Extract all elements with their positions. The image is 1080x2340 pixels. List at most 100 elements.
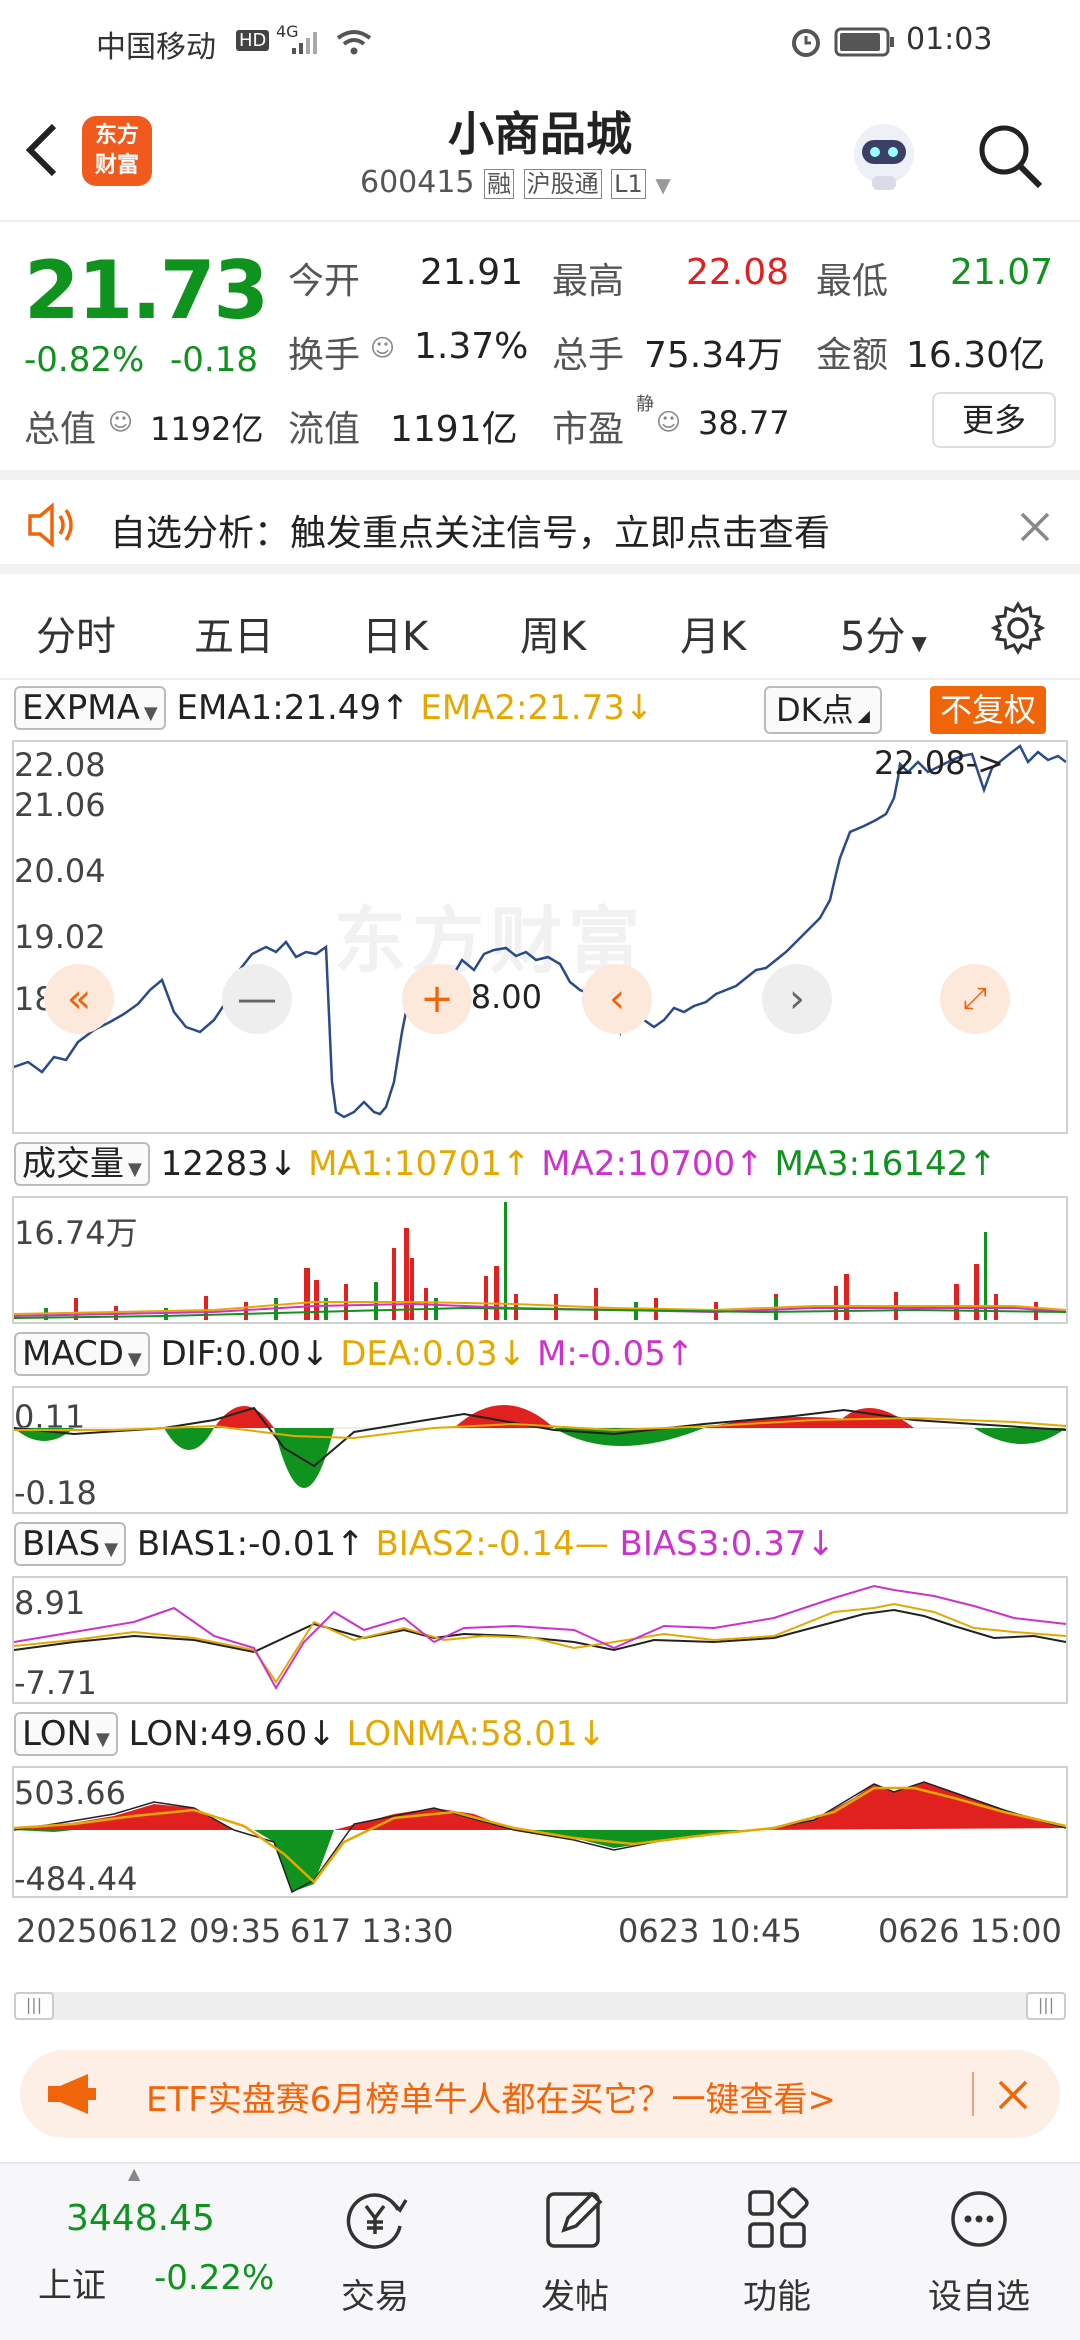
turnover-info-icon[interactable]: ☺ xyxy=(370,334,395,362)
no-adjust-button[interactable]: 不复权 xyxy=(930,686,1047,734)
low-label: 最低 xyxy=(816,261,889,302)
tab-timeshare[interactable]: 分时 xyxy=(36,604,116,662)
nav-function[interactable]: 功能 xyxy=(712,2184,842,2318)
bias3-value: BIAS3:0.37↓ xyxy=(620,1524,835,1564)
grid-apps-icon xyxy=(748,2187,809,2248)
vol-ma2-text: MA2:10700 xyxy=(541,1144,736,1184)
bias1-value: BIAS1:-0.01↑ xyxy=(137,1524,365,1564)
hd-badge: HD xyxy=(236,30,270,51)
volume-dropdown-icon: ▼ xyxy=(128,1159,142,1180)
more-button[interactable]: 更多 xyxy=(932,392,1056,448)
promo-divider xyxy=(972,2072,974,2116)
lonma-arrow: ↓ xyxy=(577,1714,606,1754)
edit-icon xyxy=(546,2191,603,2248)
tab-five-day[interactable]: 五日 xyxy=(194,604,274,662)
vol-ma2: MA2:10700↑ xyxy=(541,1144,763,1184)
nav-trade[interactable]: 交易 xyxy=(310,2184,440,2318)
stock-header: 东方 财富 小商品城 600415 融 沪股通 L1 ▼ xyxy=(0,84,1080,220)
alarm-icon xyxy=(792,29,820,57)
tab-daily-k[interactable]: 日K xyxy=(362,604,428,662)
volume-value: 12283 xyxy=(160,1144,269,1184)
nav-post[interactable]: 发帖 xyxy=(510,2184,640,2318)
more-dots-icon xyxy=(951,2191,1007,2247)
index-value: 3448.45 xyxy=(66,2198,215,2239)
bias-lines xyxy=(14,1584,1066,1690)
mktcap-value: 1192亿 xyxy=(150,410,264,448)
tab-weekly-k[interactable]: 周K xyxy=(520,604,586,662)
fullscreen-button[interactable]: ⤢ xyxy=(940,964,1010,1034)
ema2-value: EMA2:21.73↓ xyxy=(420,688,653,728)
close-icon[interactable] xyxy=(1018,510,1052,544)
bias1-text: BIAS1:-0.01 xyxy=(136,1524,337,1564)
macd-m-text: M:-0.05 xyxy=(536,1334,666,1374)
expma-selector[interactable]: EXPMA ▼ xyxy=(14,686,166,730)
lon-text: LON:49.60 xyxy=(128,1714,308,1754)
bias-chart[interactable]: 8.91 -7.71 xyxy=(12,1576,1068,1704)
nav-add-watchlist[interactable]: 设自选 xyxy=(914,2184,1044,2318)
expand-caret-icon[interactable]: ▲ xyxy=(128,2164,140,2183)
vol-ma3-arrow: ↑ xyxy=(968,1144,997,1184)
yen-refresh-icon xyxy=(346,2193,408,2249)
scrollbar-right-handle[interactable]: ||| xyxy=(1026,1992,1066,2020)
scroll-left-fast-button[interactable]: « xyxy=(44,964,114,1034)
macd-m: M:-0.05↑ xyxy=(537,1334,694,1374)
open-label: 今开 xyxy=(288,261,361,302)
vol-ma2-arrow: ↑ xyxy=(735,1144,764,1184)
bias-selector[interactable]: BIAS ▼ xyxy=(14,1522,127,1566)
macd-row: MACD ▼ DIF:0.00↓ DEA:0.03↓ M:-0.05↑ xyxy=(14,1332,694,1384)
promo-close-icon[interactable] xyxy=(996,2078,1030,2112)
amount-label: 金额 xyxy=(816,335,889,376)
pe-label: 市盈 xyxy=(552,409,625,450)
pe-info-icon[interactable]: ☺ xyxy=(656,408,681,436)
zoom-out-button[interactable]: — xyxy=(222,964,292,1034)
tab-monthly-k[interactable]: 月K xyxy=(680,604,746,662)
volume-chart[interactable]: 16.74万 xyxy=(12,1196,1068,1324)
mktcap-info-icon[interactable]: ☺ xyxy=(108,408,133,436)
vol-ma1-text: MA1:10701 xyxy=(308,1144,502,1184)
index-name[interactable]: 上证 xyxy=(38,2258,106,2307)
amount-value: 16.30亿 xyxy=(906,335,1046,376)
bias2-arrow: — xyxy=(574,1524,609,1564)
tab-5min[interactable]: 5分 ▼ xyxy=(840,604,927,662)
status-bar: 中国移动 HD 4G 01:03 xyxy=(0,0,1080,84)
dropdown-icon: ▼ xyxy=(655,173,671,197)
search-icon[interactable] xyxy=(974,120,1046,192)
macd-dropdown-icon: ▼ xyxy=(127,1349,142,1370)
settings-gear-icon[interactable] xyxy=(990,600,1046,656)
price-line xyxy=(14,744,1066,1119)
volume-selector[interactable]: 成交量 ▼ xyxy=(14,1142,150,1186)
lon-value: LON:49.60↓ xyxy=(129,1714,336,1754)
macd-chart[interactable]: 0.11 -0.18 xyxy=(12,1386,1068,1514)
bottom-navigation: ▲ 3448.45 上证 -0.22% 交易 发帖 功能 设自选 xyxy=(0,2162,1080,2340)
notice-bar[interactable]: 自选分析：触发重点关注信号，立即点击查看 xyxy=(0,470,1080,574)
tab-5min-label: 5分 xyxy=(840,614,906,660)
mktcap-label: 总值 xyxy=(24,409,97,450)
connect-tag: 沪股通 xyxy=(523,169,602,199)
scroll-right-button[interactable]: › xyxy=(762,964,832,1034)
nav-trade-label: 交易 xyxy=(341,2277,409,2317)
lon-chart[interactable]: 503.66 -484.44 xyxy=(12,1766,1068,1898)
price-chart[interactable]: 东方财富 22.08 21.06 20.04 19.02 18.00 22.08… xyxy=(12,740,1068,1134)
bias1-arrow: ↑ xyxy=(336,1524,365,1564)
robot-assistant-icon[interactable] xyxy=(842,114,926,198)
chart-scrollbar[interactable]: ||| ||| xyxy=(14,1992,1066,2020)
stock-code-row[interactable]: 600415 融 沪股通 L1 ▼ xyxy=(360,164,671,200)
volume-label: 总手 xyxy=(552,335,625,376)
lonma-value: LONMA:58.01↓ xyxy=(347,1714,606,1754)
expma-selector-label: EXPMA xyxy=(22,688,140,728)
time-label-4: 0626 15:00 xyxy=(878,1912,1062,1950)
volume-value-group: 12283↓ xyxy=(161,1144,298,1184)
scroll-left-button[interactable]: ‹ xyxy=(582,964,652,1034)
bias3-arrow: ↓ xyxy=(806,1524,836,1564)
scrollbar-left-handle[interactable]: ||| xyxy=(14,1992,54,2020)
promo-banner[interactable]: ETF实盘赛6月榜单牛人都在买它？一键查看> xyxy=(20,2050,1060,2138)
macd-selector[interactable]: MACD ▼ xyxy=(14,1332,150,1376)
lonma-text: LONMA:58.01 xyxy=(346,1714,578,1754)
time-label-1: 20250612 09:35 xyxy=(16,1912,282,1950)
zoom-in-button[interactable]: + xyxy=(402,964,472,1034)
dk-point-button[interactable]: DK点 ◢ xyxy=(764,686,882,734)
lon-selector[interactable]: LON ▼ xyxy=(14,1712,118,1756)
price-axis-max: 22.08 xyxy=(14,746,106,784)
macd-m-arrow: ↑ xyxy=(665,1334,695,1374)
macd-histogram xyxy=(14,1405,1066,1488)
